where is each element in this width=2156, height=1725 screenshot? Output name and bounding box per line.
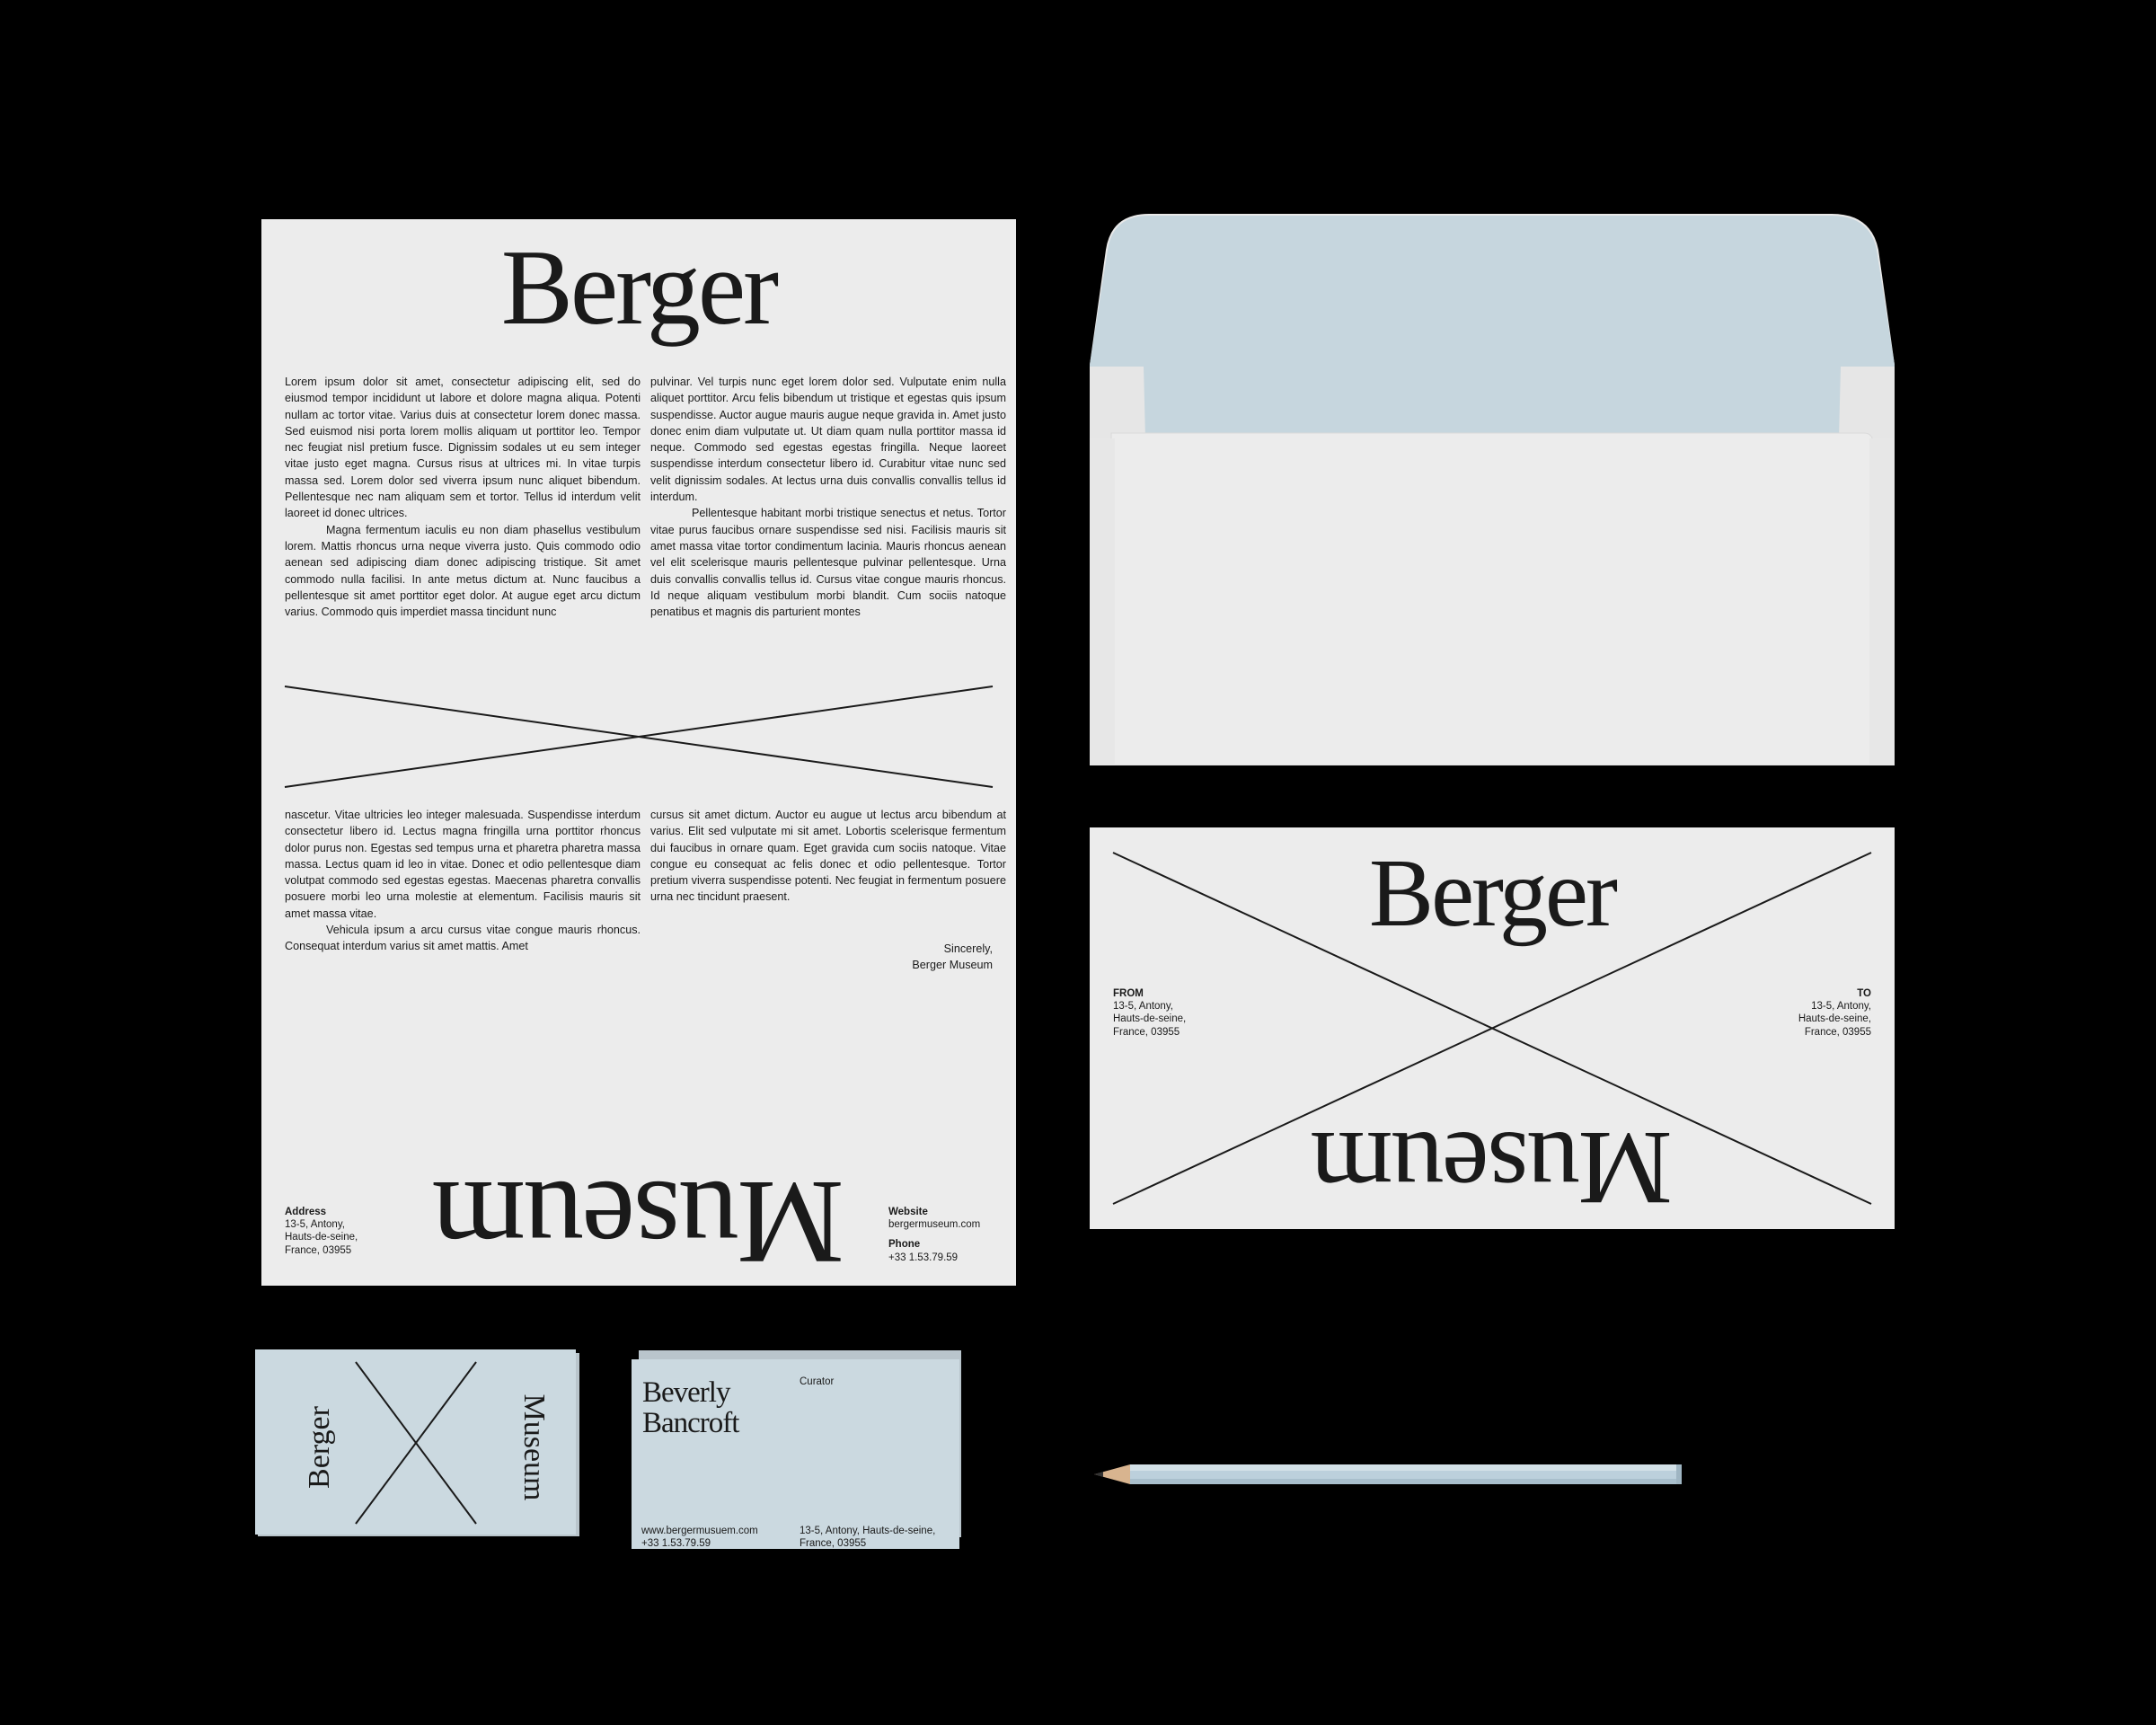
envelope-side-flap-right (1839, 367, 1895, 438)
paragraph: Pellentesque habitant morbi tristique se… (650, 507, 1006, 619)
letterhead-text-top-left: Lorem ipsum dolor sit amet, consectetur … (285, 374, 641, 620)
address-line: 13-5, Antony, Hauts-de-seine, (800, 1526, 936, 1536)
address-line: 13-5, Antony, (1113, 1001, 1173, 1013)
open-envelope (1090, 214, 1895, 765)
address-line: France, 03955 (1804, 1026, 1871, 1038)
card-role: Curator (800, 1376, 835, 1387)
signoff-signature: Berger Museum (912, 959, 993, 972)
card-back-right-word: Museum (517, 1393, 551, 1501)
letterhead-signoff: Sincerely, Berger Museum (912, 941, 993, 974)
letterhead-text-top-right: pulvinar. Vel turpis nunc eget lorem dol… (650, 374, 1006, 620)
from-label: FROM (1113, 988, 1144, 999)
envelope-front-panel (1110, 432, 1874, 765)
address-line: France, 03955 (800, 1538, 867, 1550)
envelope-front: Berger FROM 13-5, Antony, Hauts-de-seine… (1090, 827, 1895, 1229)
card-name: Beverly Bancroft (642, 1376, 739, 1439)
business-card-back: Berger Museum (255, 1349, 576, 1535)
envelope-footer-word: Museum (1312, 1110, 1673, 1227)
paragraph: Vehicula ipsum a arcu cursus vitae congu… (285, 924, 641, 953)
card-back-left-word: Berger (303, 1406, 336, 1489)
pencil-highlight (1130, 1464, 1680, 1471)
envelope-from-address: FROM 13-5, Antony, Hauts-de-seine, Franc… (1113, 987, 1186, 1039)
envelope-side-flap-left (1090, 367, 1145, 438)
card-phone: +33 1.53.79.59 (641, 1538, 711, 1550)
pencil-lead (1094, 1472, 1103, 1477)
envelope-to-address: TO 13-5, Antony, Hauts-de-seine, France,… (1798, 987, 1871, 1039)
card-name-last: Bancroft (642, 1407, 739, 1439)
business-card-back-stack: Berger Museum (255, 1349, 579, 1536)
envelope-right-edge (1869, 438, 1895, 765)
letterhead-contact: Website bergermuseum.com Phone +33 1.53.… (888, 1206, 980, 1264)
paragraph: nascetur. Vitae ultricies leo integer ma… (285, 809, 641, 920)
phone-label: Phone (888, 1239, 921, 1251)
paragraph: Magna fermentum iaculis eu non diam phas… (285, 523, 641, 619)
signoff-line: Sincerely, (943, 942, 993, 955)
paragraph: Lorem ipsum dolor sit amet, consectetur … (285, 376, 641, 520)
website-value: bergermuseum.com (888, 1219, 981, 1231)
letterhead-text-bottom-left: nascetur. Vitae ultricies leo integer ma… (285, 807, 641, 955)
to-label: TO (1857, 988, 1871, 999)
letterhead-sheet: Berger Lorem ipsum dolor sit amet, conse… (261, 219, 1016, 1289)
paragraph: cursus sit amet dictum. Auctor eu augue … (650, 809, 1006, 904)
letterhead-title: Berger (500, 227, 779, 347)
card-website: www.bergermusuem.com (641, 1526, 758, 1536)
address-line: Hauts-de-seine, (1113, 1013, 1187, 1025)
envelope-liner (1090, 216, 1895, 438)
paragraph: pulvinar. Vel turpis nunc eget lorem dol… (650, 376, 1006, 504)
address-line: France, 03955 (1113, 1026, 1180, 1038)
letterhead-text-bottom-right: cursus sit amet dictum. Auctor eu augue … (650, 807, 1006, 906)
pencil-end (1676, 1464, 1682, 1484)
envelope-left-edge (1090, 438, 1115, 765)
business-card-front: Beverly Bancroft Curator www.bergermusue… (632, 1359, 959, 1549)
card-contact: www.bergermusuem.com +33 1.53.79.59 (641, 1525, 758, 1550)
address-line: 13-5, Antony, (1811, 1001, 1871, 1013)
business-card-front-stack: Beverly Bancroft Curator www.bergermusue… (632, 1350, 961, 1549)
phone-value: +33 1.53.79.59 (888, 1252, 959, 1263)
card-name-first: Beverly (642, 1376, 730, 1409)
envelope-title: Berger (1369, 840, 1618, 947)
website-label: Website (888, 1207, 928, 1217)
card-address: 13-5, Antony, Hauts-de-seine, France, 03… (800, 1525, 935, 1550)
pencil-shadow (1130, 1479, 1680, 1484)
address-line: Hauts-de-seine, (1798, 1013, 1871, 1025)
pencil (1094, 1464, 1682, 1484)
